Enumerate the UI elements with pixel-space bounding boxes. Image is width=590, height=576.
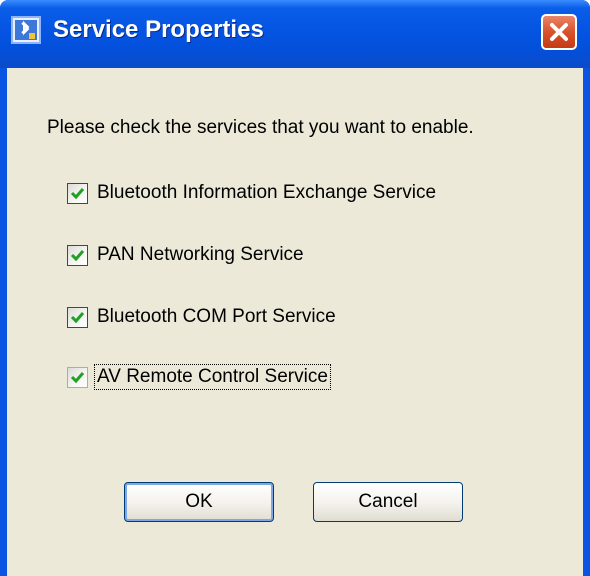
dialog-body: Please check the services that you want … [7, 68, 583, 576]
checkbox[interactable] [67, 182, 88, 204]
bluetooth-app-icon [11, 16, 41, 44]
checkmark-icon [70, 311, 85, 323]
checkbox[interactable] [67, 306, 88, 328]
checkmark-icon [70, 249, 85, 261]
service-option-av-remote-control[interactable]: AV Remote Control Service [67, 364, 331, 390]
service-properties-dialog: Service Properties Please check the serv… [0, 0, 590, 576]
close-icon [550, 23, 568, 41]
window-title: Service Properties [53, 16, 264, 43]
instruction-text: Please check the services that you want … [47, 117, 474, 138]
service-option-info-exchange[interactable]: Bluetooth Information Exchange Service [67, 180, 438, 206]
checkmark-icon [70, 371, 85, 383]
checkbox[interactable] [67, 244, 88, 266]
checkbox-label[interactable]: Bluetooth Information Exchange Service [95, 181, 438, 205]
checkmark-icon [70, 187, 85, 199]
checkbox-label[interactable]: AV Remote Control Service [94, 364, 331, 390]
cancel-button[interactable]: Cancel [313, 482, 463, 522]
service-option-pan-networking[interactable]: PAN Networking Service [67, 242, 306, 268]
checkbox[interactable] [67, 366, 88, 388]
checkbox-label[interactable]: PAN Networking Service [95, 243, 306, 267]
title-bar[interactable]: Service Properties [0, 0, 590, 68]
checkbox-label[interactable]: Bluetooth COM Port Service [95, 305, 338, 329]
close-button[interactable] [541, 14, 577, 50]
service-option-com-port[interactable]: Bluetooth COM Port Service [67, 304, 338, 330]
ok-button[interactable]: OK [124, 482, 274, 522]
